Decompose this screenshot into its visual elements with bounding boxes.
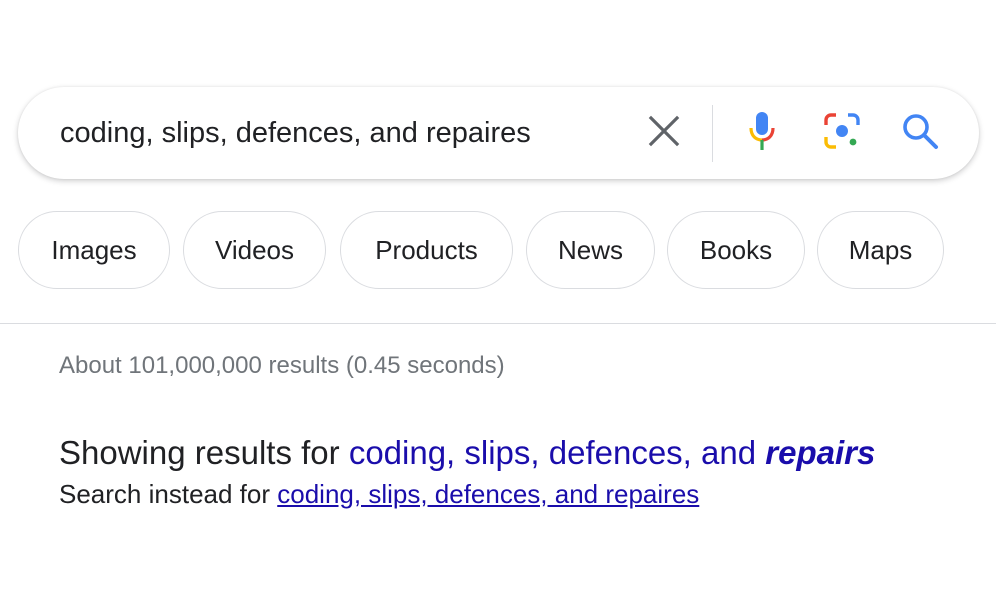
chip-videos[interactable]: Videos (183, 211, 326, 289)
corrected-query-emphasis: repairs (765, 434, 876, 471)
camera-lens-icon (822, 111, 862, 156)
search-instead-for: Search instead for coding, slips, defenc… (59, 479, 699, 510)
corrected-query-link[interactable]: coding, slips, defences, and repairs (349, 434, 876, 471)
clear-button[interactable] (644, 113, 684, 153)
chip-maps[interactable]: Maps (817, 211, 944, 289)
original-query-link[interactable]: coding, slips, defences, and repaires (277, 479, 699, 509)
instead-prefix: Search instead for (59, 479, 271, 509)
microphone-icon (745, 110, 779, 157)
search-submit-button[interactable] (900, 113, 940, 153)
magnifier-icon (901, 112, 939, 155)
search-box[interactable]: coding, slips, defences, and repaires (18, 87, 979, 179)
chip-images[interactable]: Images (18, 211, 170, 289)
result-stats: About 101,000,000 results (0.45 seconds) (59, 352, 505, 379)
chip-news[interactable]: News (526, 211, 655, 289)
corrected-query-plain: coding, slips, defences, and (348, 434, 757, 471)
divider (712, 105, 713, 162)
showing-results-for: Showing results for coding, slips, defen… (59, 434, 875, 472)
tabs-divider (0, 323, 996, 324)
showing-prefix: Showing results for (59, 434, 340, 471)
close-icon (647, 114, 681, 153)
voice-search-button[interactable] (742, 111, 782, 153)
chip-products[interactable]: Products (340, 211, 513, 289)
chip-books[interactable]: Books (667, 211, 805, 289)
lens-search-button[interactable] (822, 111, 862, 156)
search-input[interactable]: coding, slips, defences, and repaires (60, 87, 531, 179)
